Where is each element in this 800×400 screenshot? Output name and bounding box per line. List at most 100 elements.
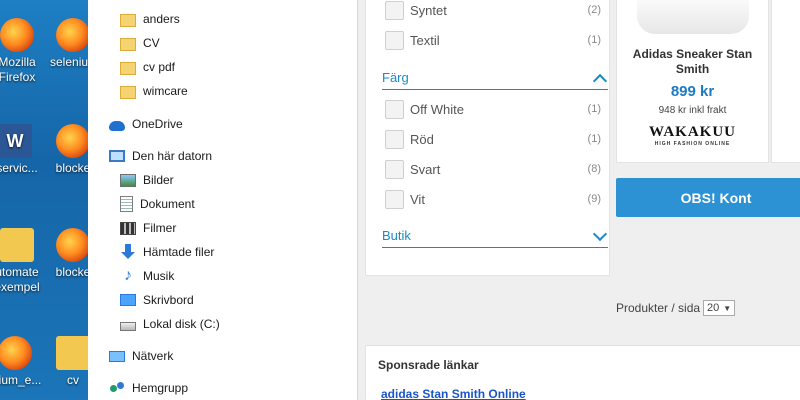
- nav-folder-anders[interactable]: anders: [120, 9, 180, 29]
- product-card[interactable]: Adidas Sneaker Stan Smith 899 kr 948 kr …: [616, 0, 769, 163]
- desktop-icon-blocket[interactable]: blocke: [50, 124, 88, 176]
- per-page-value: 20: [707, 302, 720, 314]
- desktop-icon-label: selenium: [50, 55, 88, 69]
- filter-option-label: Röd: [410, 131, 434, 147]
- chevron-up-icon: [592, 72, 608, 84]
- desktop-icon-folder-automate[interactable]: utomate exempel: [0, 228, 40, 295]
- cloud-icon: [109, 121, 125, 131]
- product-name[interactable]: Adidas Sneaker Stan Smith: [617, 47, 768, 77]
- store-logo[interactable]: WAKAKUU HIGH FASHION ONLINE: [648, 124, 738, 147]
- nav-item-label: Nätverk: [132, 349, 174, 363]
- desktop-icon-label: Mozilla: [0, 55, 36, 69]
- firefox-icon: [56, 228, 88, 262]
- desktop-icon-label: Firefox: [0, 70, 36, 84]
- firefox-icon: [56, 18, 88, 52]
- desktop-icon-selenium-2[interactable]: nium_e...: [0, 336, 41, 388]
- nav-downloads[interactable]: Hämtade filer: [120, 242, 214, 262]
- nav-item-label: Filmer: [143, 221, 177, 235]
- desktop-icon-label: blocke: [55, 161, 88, 175]
- desktop-icon-word-document[interactable]: W -servic...: [0, 124, 38, 176]
- filter-heading-store[interactable]: Butik: [382, 224, 608, 248]
- pictures-icon: [120, 173, 136, 187]
- nav-item-label: wimcare: [143, 84, 188, 98]
- nav-videos[interactable]: Filmer: [120, 218, 176, 238]
- obs-button[interactable]: OBS! Kont: [616, 178, 800, 217]
- nav-item-label: Skrivbord: [143, 293, 194, 307]
- product-name-line: Smith: [675, 62, 710, 76]
- filter-option-black[interactable]: Svart (8): [385, 158, 601, 180]
- sponsored-links: Sponsrade länkar adidas Stan Smith Onlin…: [365, 345, 800, 400]
- filter-option-white[interactable]: Vit (9): [385, 188, 601, 210]
- nav-homegroup[interactable]: Hemgrupp: [109, 378, 188, 398]
- computer-icon: [109, 150, 125, 162]
- nav-item-label: OneDrive: [132, 117, 183, 131]
- nav-music[interactable]: ♪ Musik: [120, 266, 174, 286]
- per-page-label: Produkter / sida: [616, 301, 701, 315]
- nav-pictures[interactable]: Bilder: [120, 170, 174, 190]
- nav-item-label: Dokument: [140, 197, 195, 211]
- filter-option-count: (9): [587, 193, 601, 205]
- store-logo-text: WAKAKUU: [648, 124, 736, 140]
- filter-heading-color[interactable]: Färg: [382, 66, 608, 90]
- nav-onedrive[interactable]: OneDrive: [109, 114, 183, 134]
- chevron-down-icon: [592, 230, 608, 242]
- checkbox[interactable]: [385, 99, 404, 119]
- sponsored-link[interactable]: adidas Stan Smith Online: [381, 387, 526, 400]
- nav-local-disk[interactable]: Lokal disk (C:): [120, 314, 220, 334]
- filter-option-count: (1): [587, 103, 601, 115]
- filter-option-label: Off White: [410, 101, 464, 117]
- nav-item-label: cv pdf: [143, 60, 176, 74]
- checkbox[interactable]: [385, 30, 404, 50]
- nav-item-label: CV: [143, 36, 160, 50]
- desktop-icon-firefox[interactable]: Mozilla Firefox: [0, 18, 40, 85]
- desktop-icon-cv[interactable]: cv: [50, 336, 88, 388]
- per-page-select[interactable]: 20 ▼: [703, 300, 736, 316]
- desktop-icon-label: cv: [67, 373, 79, 387]
- product-shipping: 948 kr inkl frakt: [658, 105, 727, 116]
- web-page: Syntet (2) Textil (1) Färg Off White (1)…: [358, 0, 800, 400]
- explorer-nav-pane: anders CV cv pdf wimcare OneDrive Den hä…: [88, 0, 358, 400]
- dropdown-arrow-icon: ▼: [723, 303, 732, 313]
- product-image[interactable]: [636, 0, 749, 34]
- network-icon: [109, 350, 125, 362]
- product-card-partial[interactable]: [771, 0, 800, 163]
- filter-option-count: (1): [587, 133, 601, 145]
- nav-item-label: Musik: [143, 269, 175, 283]
- nav-folder-cv-pdf[interactable]: cv pdf: [120, 57, 175, 77]
- checkbox[interactable]: [385, 159, 404, 179]
- filter-option-count: (8): [587, 163, 601, 175]
- filter-option-off-white[interactable]: Off White (1): [385, 98, 601, 120]
- nav-item-label: Lokal disk (C:): [143, 317, 220, 331]
- filter-option-label: Syntet: [410, 2, 447, 18]
- filter-option-textil[interactable]: Textil (1): [385, 29, 601, 51]
- filter-heading-label: Butik: [382, 228, 411, 243]
- filter-option-syntet[interactable]: Syntet (2): [385, 0, 601, 21]
- sponsored-title: Sponsrade länkar: [378, 358, 479, 372]
- desktop-icon-label: blocke: [55, 265, 88, 279]
- nav-item-label: Hämtade filer: [143, 245, 215, 259]
- desktop-icon-selenium[interactable]: selenium: [50, 18, 88, 70]
- checkbox[interactable]: [385, 189, 404, 209]
- checkbox[interactable]: [385, 0, 404, 20]
- disk-drive-icon: [120, 322, 136, 331]
- filter-panel: Syntet (2) Textil (1) Färg Off White (1)…: [365, 0, 610, 276]
- desktop-icon-label: exempel: [0, 280, 40, 294]
- nav-this-pc[interactable]: Den här datorn: [109, 146, 212, 166]
- nav-item-label: Bilder: [143, 173, 174, 187]
- nav-network[interactable]: Nätverk: [109, 346, 173, 366]
- filter-option-red[interactable]: Röd (1): [385, 128, 601, 150]
- checkbox[interactable]: [385, 129, 404, 149]
- nav-folder-wimcare[interactable]: wimcare: [120, 81, 188, 101]
- folder-icon: [120, 13, 136, 27]
- folder-icon: [120, 37, 136, 51]
- nav-desktop[interactable]: Skrivbord: [120, 290, 194, 310]
- nav-item-label: Hemgrupp: [132, 381, 189, 395]
- firefox-icon: [0, 336, 32, 370]
- document-icon: [120, 196, 133, 212]
- nav-folder-cv[interactable]: CV: [120, 33, 160, 53]
- nav-documents[interactable]: Dokument: [120, 194, 195, 214]
- product-name-line: Adidas Sneaker Stan: [632, 47, 753, 61]
- folder-icon: [0, 228, 34, 262]
- filter-option-label: Vit: [410, 191, 425, 207]
- desktop-icon-blocket-2[interactable]: blocke: [50, 228, 88, 280]
